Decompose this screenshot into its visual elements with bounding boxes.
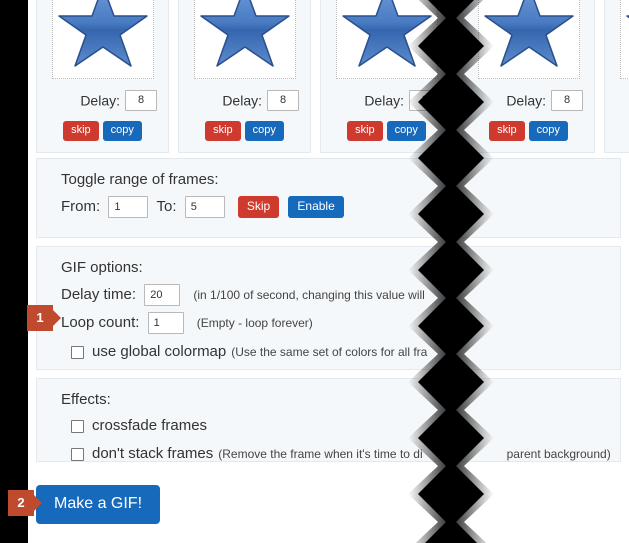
frame-skip-button[interactable]: skip: [347, 121, 383, 141]
gif-maker-page: 57 Delay:8skipcopy58: [0, 0, 629, 543]
delay-time-label: Delay time:: [61, 286, 137, 304]
frame-button-row: skipcopy: [467, 120, 590, 141]
effects-panel: Effects: crossfade frames don't stack fr…: [36, 378, 621, 462]
frames-strip: 57 Delay:8skipcopy58: [36, 0, 629, 153]
frame-copy-button[interactable]: copy: [386, 121, 426, 141]
delay-time-input[interactable]: 20: [144, 284, 181, 307]
blue-star-icon: [341, 0, 432, 67]
frame-delay-label: Delay:: [80, 92, 120, 109]
frame-thumbnail[interactable]: [193, 0, 296, 79]
frame-skip-button[interactable]: skip: [63, 121, 99, 141]
global-colormap-row[interactable]: use global colormap (Use the same set of …: [61, 342, 620, 362]
frame-button-row: skipcopy: [609, 120, 629, 141]
frame-card[interactable]: 62 Delay:8skipcopy: [604, 0, 629, 153]
callout-badge-2: 2: [8, 490, 42, 516]
from-label: From:: [61, 198, 101, 216]
frame-copy-button[interactable]: copy: [528, 121, 568, 141]
gif-options-panel-body: GIF options: Delay time: 20 (in 1/100 of…: [37, 247, 620, 376]
frame-thumbnail[interactable]: [51, 0, 154, 79]
dont-stack-hint-left: (Remove the frame when it's time to di: [218, 447, 423, 462]
range-enable-button[interactable]: Enable: [288, 196, 344, 219]
global-colormap-checkbox[interactable]: [71, 345, 84, 359]
blue-star-icon: [199, 0, 290, 67]
crossfade-row[interactable]: crossfade frames: [61, 416, 620, 436]
callout-badge-1: 1: [27, 305, 61, 331]
frame-delay-row: Delay:8: [609, 90, 629, 111]
loop-count-row: Loop count: 1 (Empty - loop forever): [61, 312, 620, 335]
toggle-range-controls: From: 1 To: 5 Skip Enable: [61, 196, 620, 219]
frame-button-row: skipcopy: [183, 120, 306, 141]
frame-delay-label: Delay:: [222, 92, 262, 109]
frame-delay-input[interactable]: 8: [409, 90, 441, 111]
delay-time-hint: (in 1/100 of second, changing this value…: [193, 288, 425, 303]
to-input[interactable]: 5: [184, 196, 225, 219]
frame-delay-row: Delay: 8: [183, 90, 306, 111]
to-label: To:: [156, 198, 177, 216]
frame-button-row: skipcopy: [41, 120, 164, 141]
frame-card[interactable]: 59 Delay:8skipcopy: [320, 0, 453, 153]
make-gif-wrap: Make a GIF!: [36, 485, 161, 524]
frame-skip-button[interactable]: skip: [205, 121, 241, 141]
crossfade-label: crossfade frames: [92, 417, 208, 435]
frame-delay-label: Delay:: [506, 92, 546, 109]
from-input[interactable]: 1: [108, 196, 149, 219]
toggle-range-panel: Toggle range of frames: From: 1 To: 5 Sk…: [36, 158, 621, 238]
range-skip-button[interactable]: Skip: [237, 196, 280, 219]
crossfade-checkbox[interactable]: [71, 419, 84, 433]
frame-copy-button[interactable]: copy: [102, 121, 142, 141]
blue-star-icon: [483, 0, 574, 67]
frame-card[interactable]: 57 Delay:8skipcopy: [36, 0, 169, 153]
global-colormap-label: use global colormap: [92, 343, 227, 361]
dont-stack-label: don't stack frames: [92, 445, 214, 463]
frame-delay-label: Delay:: [364, 92, 404, 109]
loop-count-input[interactable]: 1: [147, 312, 184, 335]
frame-delay-row: Delay: 8: [325, 90, 448, 111]
frame-delay-row: Delay: 8: [467, 90, 590, 111]
frame-card[interactable]: 58 Delay:8skipcopy: [178, 0, 311, 153]
frame-thumbnail[interactable]: [619, 0, 629, 79]
frame-skip-button[interactable]: skip: [489, 121, 525, 141]
page-content: 57 Delay:8skipcopy58: [36, 0, 629, 543]
frame-card[interactable]: 60 Delay:8skipcopy: [462, 0, 595, 153]
gif-options-panel: GIF options: Delay time: 20 (in 1/100 of…: [36, 246, 621, 370]
frame-delay-input[interactable]: 8: [551, 90, 583, 111]
frame-thumbnail[interactable]: [477, 0, 580, 79]
dont-stack-hint-right: parent background): [506, 447, 611, 462]
frame-delay-row: Delay: 8: [41, 90, 164, 111]
frame-thumbnail[interactable]: [335, 0, 438, 79]
toggle-range-panel-body: Toggle range of frames: From: 1 To: 5 Sk…: [37, 159, 620, 232]
loop-count-label: Loop count:: [61, 314, 140, 332]
frame-delay-input[interactable]: 8: [267, 90, 299, 111]
blue-star-icon: [625, 15, 629, 19]
frame-copy-button[interactable]: copy: [244, 121, 284, 141]
gif-options-title: GIF options:: [61, 259, 143, 276]
frame-button-row: skipcopy: [325, 120, 448, 141]
loop-count-hint: (Empty - loop forever): [196, 316, 313, 331]
delay-time-row: Delay time: 20 (in 1/100 of second, chan…: [61, 284, 620, 307]
blue-star-icon: [57, 0, 148, 67]
dont-stack-row[interactable]: don't stack frames (Remove the frame when…: [61, 444, 620, 464]
left-occlusion-band: [0, 0, 28, 543]
global-colormap-hint: (Use the same set of colors for all fra: [231, 345, 428, 360]
dont-stack-checkbox[interactable]: [71, 447, 84, 461]
make-gif-button[interactable]: Make a GIF!: [36, 485, 161, 524]
toggle-range-title: Toggle range of frames:: [61, 171, 219, 188]
effects-panel-body: Effects: crossfade frames don't stack fr…: [37, 379, 620, 478]
effects-title: Effects:: [61, 391, 111, 408]
frame-delay-input[interactable]: 8: [125, 90, 157, 111]
